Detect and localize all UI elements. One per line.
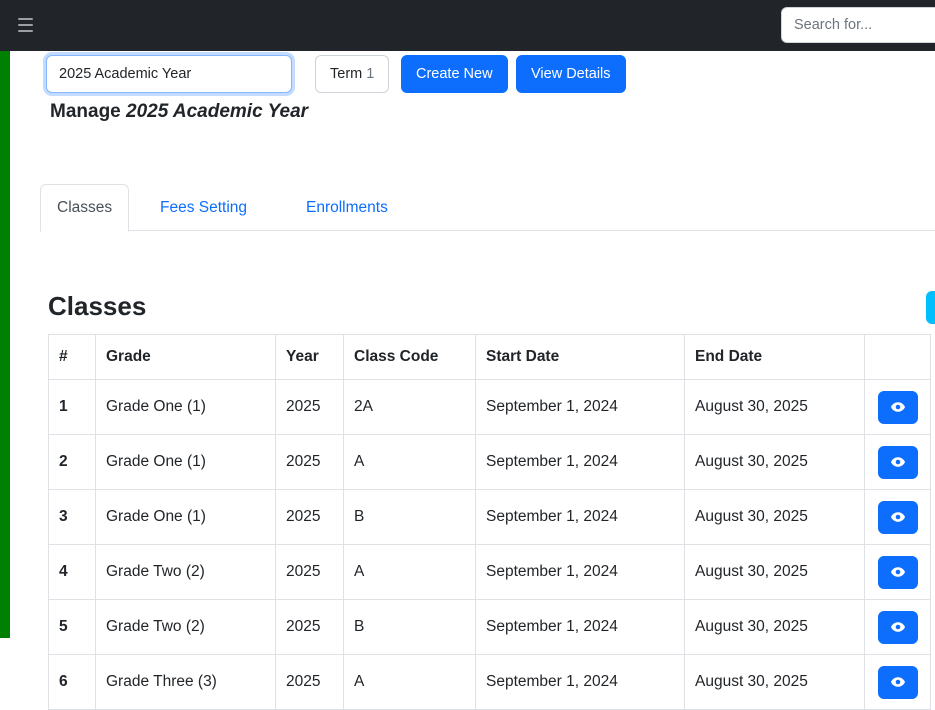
create-new-button[interactable]: Create New (401, 55, 508, 93)
view-row-button[interactable] (877, 445, 918, 479)
cell-class-code: B (343, 599, 476, 655)
cell-actions (864, 544, 931, 600)
cell-year: 2025 (275, 654, 344, 710)
cell-grade: Grade Two (2) (95, 544, 276, 600)
cell-class-code: 2A (343, 379, 476, 435)
cell-start-date: September 1, 2024 (475, 434, 685, 490)
cell-class-code: A (343, 434, 476, 490)
table-head: # Grade Year Class Code Start Date End D… (48, 334, 931, 380)
view-row-button[interactable] (877, 390, 918, 424)
cell-grade: Grade One (1) (95, 489, 276, 545)
cell-end-date: August 30, 2025 (684, 434, 865, 490)
tab-fees-setting[interactable]: Fees Setting (144, 184, 263, 231)
table-body: 1 Grade One (1) 2025 2A September 1, 2024 Aug… (48, 379, 931, 710)
tab-classes[interactable]: Classes (40, 184, 130, 232)
cell-end-date: August 30, 2025 (684, 379, 865, 435)
page-title-prefix: Manage (50, 101, 121, 122)
term-button[interactable]: Term 1 (315, 55, 390, 93)
table-row: 4 Grade Two (2) 2025 A September 1, 2024 Augu… (48, 544, 931, 600)
cell-start-date: September 1, 2024 (475, 599, 685, 655)
cell-class-code: A (343, 544, 476, 600)
cell-actions (864, 599, 931, 655)
cell-end-date: August 30, 2025 (684, 599, 865, 655)
view-row-button[interactable] (877, 555, 918, 589)
table-row: 2 Grade One (1) 2025 A September 1, 2024 Augu… (48, 434, 931, 490)
cell-start-date: September 1, 2024 (475, 654, 685, 710)
page-title-emphasis: 2025 Academic Year (126, 101, 309, 122)
column-header-end-date: End Date (684, 334, 865, 380)
eye-icon (890, 674, 906, 690)
eye-icon (890, 399, 906, 415)
hamburger-menu-icon[interactable] (18, 16, 33, 34)
cell-actions (864, 434, 931, 490)
cell-year: 2025 (275, 544, 344, 600)
cell-actions (864, 379, 931, 435)
top-navbar (0, 0, 935, 51)
cell-start-date: September 1, 2024 (475, 544, 685, 600)
cell-year: 2025 (275, 489, 344, 545)
cell-start-date: September 1, 2024 (475, 489, 685, 545)
cell-index: 5 (48, 599, 96, 655)
term-label: Term (330, 66, 363, 82)
edge-indicator-pill[interactable] (926, 291, 935, 324)
eye-icon (890, 509, 906, 525)
cell-index: 3 (48, 489, 96, 545)
eye-icon (890, 454, 906, 470)
table-row: 5 Grade Two (2) 2025 B September 1, 2024 Augu… (48, 599, 931, 655)
tab-enrollments[interactable]: Enrollments (290, 184, 404, 231)
column-header-class-code: Class Code (343, 334, 476, 380)
cell-class-code: B (343, 489, 476, 545)
column-header-grade: Grade (95, 334, 276, 380)
view-row-button[interactable] (877, 500, 918, 534)
table-row: 3 Grade One (1) 2025 B September 1, 2024 Augu… (48, 489, 931, 545)
view-row-button[interactable] (877, 610, 918, 644)
cell-actions (864, 489, 931, 545)
cell-end-date: August 30, 2025 (684, 654, 865, 710)
cell-index: 2 (48, 434, 96, 490)
search-input[interactable] (781, 7, 935, 43)
eye-icon (890, 619, 906, 635)
cell-end-date: August 30, 2025 (684, 489, 865, 545)
cell-grade: Grade Two (2) (95, 599, 276, 655)
cell-actions (864, 654, 931, 710)
page-content: 2025 Academic Year Term 1 Create New View… (0, 51, 935, 710)
hamburger-bar (18, 23, 33, 27)
cell-end-date: August 30, 2025 (684, 544, 865, 600)
column-header-year: Year (275, 334, 344, 380)
view-row-button[interactable] (877, 665, 918, 699)
cell-index: 1 (48, 379, 96, 435)
cell-class-code: A (343, 654, 476, 710)
column-header-start-date: Start Date (475, 334, 685, 380)
table-header-row: # Grade Year Class Code Start Date End D… (48, 334, 931, 380)
cell-year: 2025 (275, 379, 344, 435)
sidebar-strip (0, 51, 10, 638)
term-number: 1 (366, 66, 375, 82)
hamburger-bar (18, 29, 33, 32)
section-title: Classes (48, 291, 147, 321)
tab-bar: Classes Fees Setting Enrollments (40, 184, 935, 232)
cell-index: 6 (48, 654, 96, 710)
classes-table-container: # Grade Year Class Code Start Date End D… (48, 334, 931, 710)
cell-index: 4 (48, 544, 96, 600)
view-details-button[interactable]: View Details (516, 55, 626, 93)
eye-icon (890, 564, 906, 580)
academic-year-select-value: 2025 Academic Year (59, 66, 192, 82)
page-title: Manage 2025 Academic Year (50, 101, 308, 123)
hamburger-bar (18, 18, 33, 21)
toolbar: 2025 Academic Year Term 1 Create New View… (0, 51, 935, 99)
cell-grade: Grade One (1) (95, 434, 276, 490)
cell-year: 2025 (275, 599, 344, 655)
classes-table: # Grade Year Class Code Start Date End D… (48, 334, 931, 710)
cell-start-date: September 1, 2024 (475, 379, 685, 435)
cell-year: 2025 (275, 434, 344, 490)
cell-grade: Grade One (1) (95, 379, 276, 435)
column-header-actions (864, 334, 931, 380)
cell-grade: Grade Three (3) (95, 654, 276, 710)
academic-year-select[interactable]: 2025 Academic Year (46, 55, 292, 93)
table-row: 1 Grade One (1) 2025 2A September 1, 2024 Aug… (48, 379, 931, 435)
table-row: 6 Grade Three (3) 2025 A September 1, 2024 Au… (48, 654, 931, 710)
column-header-index: # (48, 334, 96, 380)
